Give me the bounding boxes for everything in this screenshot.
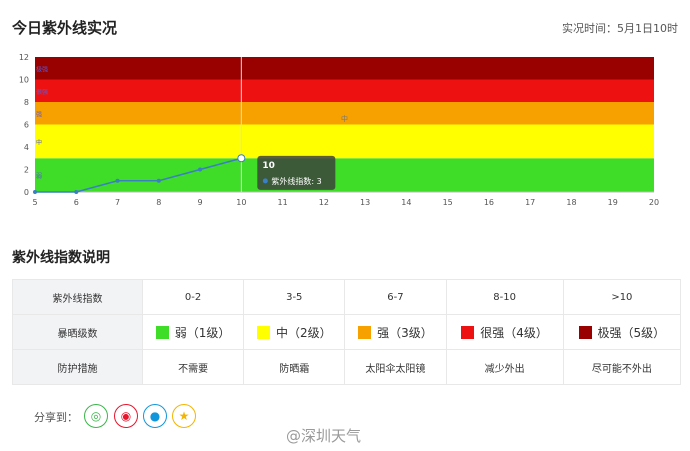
level-swatch xyxy=(155,325,169,339)
band-label: 强 xyxy=(36,111,42,118)
row-header: 紫外线指数 xyxy=(12,279,143,315)
page-title: 今日紫外线实况 xyxy=(12,19,118,37)
x-tick-label: 16 xyxy=(484,198,494,207)
table-cell: 防晒霜 xyxy=(243,349,346,385)
data-point xyxy=(33,190,37,194)
qq-share-button[interactable]: ● xyxy=(143,404,167,428)
table-cell: 6-7 xyxy=(344,279,447,315)
y-tick-label: 6 xyxy=(24,121,29,130)
level-label: 弱（1级） xyxy=(174,325,231,340)
uv-band xyxy=(35,79,654,102)
table-cell: 8-10 xyxy=(445,279,564,315)
level-swatch xyxy=(578,325,592,339)
table-cell: 减少外出 xyxy=(445,349,564,385)
x-tick-label: 15 xyxy=(443,198,453,207)
table-row: 紫外线指数 0-2 3-5 6-7 8-10 >10 xyxy=(12,279,682,315)
band-label: 弱 xyxy=(36,173,42,180)
table-cell: 中（2级） xyxy=(243,314,346,350)
x-tick-label: 19 xyxy=(608,198,618,207)
table-cell: 太阳伞太阳镜 xyxy=(344,349,447,385)
table-cell: 3-5 xyxy=(243,279,346,315)
weibo-icon: ◉ xyxy=(120,409,132,423)
y-tick-label: 0 xyxy=(24,188,29,197)
data-point xyxy=(115,178,120,183)
table-cell: 0-2 xyxy=(141,279,245,315)
data-point xyxy=(74,190,79,194)
table-cell: 弱（1级） xyxy=(141,314,245,350)
band-mid-label: 中 xyxy=(341,114,348,123)
row-header: 暴晒级数 xyxy=(12,314,143,350)
band-label: 很强 xyxy=(36,88,48,96)
y-tick-label: 4 xyxy=(24,143,29,152)
level-swatch xyxy=(256,325,270,339)
y-tick-label: 10 xyxy=(19,76,29,85)
x-tick-label: 17 xyxy=(525,198,535,207)
uv-band xyxy=(35,124,654,159)
band-label: 极强 xyxy=(36,65,48,73)
wechat-icon: ◎ xyxy=(90,409,102,423)
level-label: 中（2级） xyxy=(275,325,332,340)
x-tick-label: 6 xyxy=(74,198,79,207)
share-label: 分享到： xyxy=(34,411,78,424)
x-tick-label: 18 xyxy=(566,198,576,207)
data-point xyxy=(156,178,161,183)
uv-band xyxy=(35,57,654,80)
tooltip-marker xyxy=(262,178,268,184)
table-cell: >10 xyxy=(562,279,682,315)
x-tick-label: 11 xyxy=(278,198,288,207)
x-tick-label: 5 xyxy=(32,198,37,207)
observation-time: 实况时间：5月1日10时 xyxy=(562,22,678,35)
row-header: 防护措施 xyxy=(12,349,143,385)
x-tick-label: 20 xyxy=(649,198,659,207)
wechat-share-button[interactable]: ◎ xyxy=(84,404,108,428)
table-cell: 尽可能不外出 xyxy=(562,349,682,385)
level-swatch xyxy=(461,325,475,339)
table-cell: 不需要 xyxy=(141,349,245,385)
weibo-share-button[interactable]: ◉ xyxy=(114,404,138,428)
watermark: @深圳天气 xyxy=(286,427,362,445)
level-label: 强（3级） xyxy=(377,325,433,340)
qzone-share-button[interactable]: ★ xyxy=(172,404,196,428)
x-tick-label: 13 xyxy=(360,198,370,207)
table-cell: 极强（5级） xyxy=(562,314,682,350)
section-title: 紫外线指数说明 xyxy=(12,250,110,266)
qzone-icon: ★ xyxy=(178,409,190,423)
table-row: 防护措施 不需要 防晒霜 太阳伞太阳镜 减少外出 尽可能不外出 xyxy=(12,349,682,385)
y-tick-label: 2 xyxy=(24,166,29,175)
uv-chart[interactable]: 弱 中 强 很强 极强中 5 6 7 8 9 10 11 12 13 14 15 16 17 18 19 20 0 2 4 6 8… xyxy=(0,40,690,215)
x-tick-label: 12 xyxy=(319,198,329,207)
x-tick-label: 14 xyxy=(401,198,411,207)
table-cell: 强（3级） xyxy=(344,314,447,350)
x-tick-label: 8 xyxy=(156,198,161,207)
band-label: 中 xyxy=(36,138,42,146)
y-tick-label: 12 xyxy=(19,53,29,62)
level-swatch xyxy=(358,325,372,339)
x-tick-label: 7 xyxy=(115,198,120,207)
y-tick-label: 8 xyxy=(24,98,29,107)
data-point xyxy=(198,167,203,172)
uv-legend-table: 紫外线指数 0-2 3-5 6-7 8-10 >10 暴晒级数 弱（1级） 中（… xyxy=(12,279,682,385)
x-tick-label: 9 xyxy=(198,198,203,207)
data-point xyxy=(237,154,246,163)
tooltip-title: 10 xyxy=(262,161,275,171)
uv-band xyxy=(35,158,654,192)
table-row: 暴晒级数 弱（1级） 中（2级） 强（3级） 很强（4级） 极强（5级） xyxy=(12,314,682,350)
x-tick-label: 10 xyxy=(236,198,246,207)
tooltip-value: 紫外线指数: 3 xyxy=(271,176,321,186)
level-label: 极强（5级） xyxy=(597,325,666,340)
table-cell: 很强（4级） xyxy=(445,314,564,350)
level-label: 很强（4级） xyxy=(480,325,548,340)
qq-icon: ● xyxy=(149,409,161,423)
